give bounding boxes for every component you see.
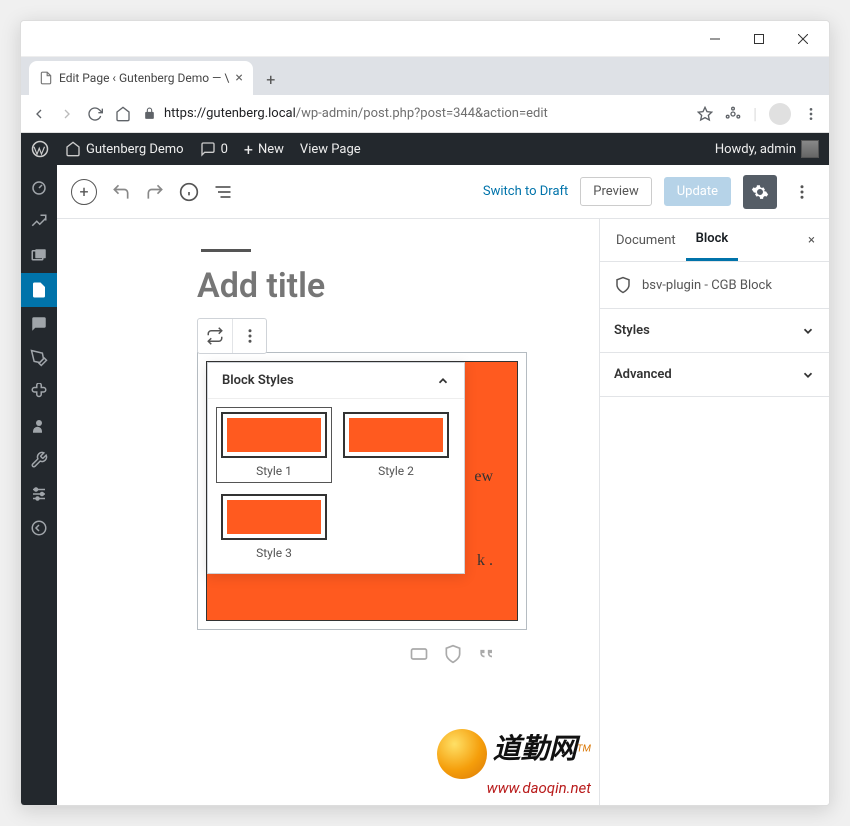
editor-canvas[interactable]: Add title ew k . Block Style — [57, 219, 599, 805]
info-button[interactable] — [179, 182, 199, 202]
style-option-1[interactable]: Style 1 — [216, 407, 332, 483]
more-options-button[interactable] — [789, 183, 815, 201]
wp-admin-menu — [21, 165, 57, 805]
menu-settings-icon[interactable] — [21, 477, 57, 511]
menu-pages-icon[interactable] — [21, 273, 57, 307]
block-switcher-button[interactable] — [198, 319, 232, 353]
nav-reload-button[interactable] — [87, 106, 103, 122]
style-option-label: Style 2 — [343, 464, 449, 478]
tab-close-button[interactable]: × — [235, 70, 242, 86]
url-host: https://gutenberg.local — [164, 106, 296, 121]
admin-view-page-link[interactable]: View Page — [300, 142, 361, 157]
menu-media-icon[interactable] — [21, 239, 57, 273]
chevron-down-icon — [801, 324, 815, 338]
block-preview-content: ew k . Block Styles Style 1 Style 2 Style … — [206, 361, 518, 621]
menu-tools-icon[interactable] — [21, 443, 57, 477]
new-tab-button[interactable]: + — [257, 65, 285, 93]
style-option-label: Style 1 — [221, 464, 327, 478]
style-option-3[interactable]: Style 3 — [216, 489, 332, 565]
menu-plugins-icon[interactable] — [21, 375, 57, 409]
window-minimize-button[interactable] — [693, 24, 737, 54]
profile-avatar[interactable] — [769, 103, 791, 125]
block-toolbar — [197, 318, 267, 354]
url-path: /wp-admin/post.php?post=344&action=edit — [296, 106, 548, 121]
tab-document[interactable]: Document — [606, 221, 686, 260]
block-text-2: k . — [477, 552, 493, 570]
undo-button[interactable] — [111, 182, 131, 202]
block-styles-popup: Block Styles Style 1 Style 2 Style 3 — [207, 362, 465, 574]
admin-howdy: Howdy, admin — [715, 142, 796, 157]
footer-device-icon[interactable] — [409, 644, 429, 664]
admin-site-link[interactable]: Gutenberg Demo — [65, 141, 184, 157]
menu-comments-icon[interactable] — [21, 307, 57, 341]
block-text-1: ew — [474, 468, 493, 486]
menu-posts-icon[interactable] — [21, 205, 57, 239]
admin-account-link[interactable]: Howdy, admin — [715, 140, 819, 158]
star-icon[interactable] — [697, 106, 713, 122]
admin-comments-link[interactable]: 0 — [200, 141, 228, 157]
menu-dashboard-icon[interactable] — [21, 171, 57, 205]
update-button[interactable]: Update — [664, 177, 731, 206]
title-divider — [201, 249, 251, 252]
browser-menu-button[interactable] — [803, 106, 819, 122]
window-titlebar — [21, 21, 829, 57]
block-selection[interactable]: ew k . Block Styles Style 1 Style 2 Style … — [197, 352, 527, 630]
menu-collapse-icon[interactable] — [21, 511, 57, 545]
chevron-down-icon — [801, 368, 815, 382]
tab-block[interactable]: Block — [686, 219, 739, 261]
browser-tab[interactable]: Edit Page ‹ Gutenberg Demo — \ × — [29, 61, 253, 95]
settings-toggle-button[interactable] — [743, 175, 777, 209]
window-close-button[interactable] — [781, 24, 825, 54]
preview-button[interactable]: Preview — [580, 177, 651, 206]
panel-styles-label: Styles — [614, 323, 650, 338]
wp-admin-bar: Gutenberg Demo 0 +New View Page Howdy, a… — [21, 133, 829, 165]
block-name-label: bsv-plugin - CGB Block — [642, 278, 772, 293]
url-field[interactable]: https://gutenberg.local/wp-admin/post.ph… — [143, 106, 685, 121]
panel-advanced-label: Advanced — [614, 367, 672, 382]
block-styles-header: Block Styles — [222, 373, 294, 388]
admin-site-name: Gutenberg Demo — [86, 142, 184, 157]
redo-button[interactable] — [145, 182, 165, 202]
style-option-2[interactable]: Style 2 — [338, 407, 454, 483]
extension-icon[interactable] — [725, 106, 741, 122]
wp-logo-icon[interactable] — [31, 140, 49, 158]
switch-draft-link[interactable]: Switch to Draft — [483, 184, 568, 199]
menu-users-icon[interactable] — [21, 409, 57, 443]
watermark: 道勤网TM www.daoqin.net — [437, 727, 591, 797]
nav-forward-button[interactable] — [59, 106, 75, 122]
sidebar-close-button[interactable]: × — [800, 233, 823, 248]
browser-address-bar: https://gutenberg.local/wp-admin/post.ph… — [21, 95, 829, 133]
outline-button[interactable] — [213, 182, 233, 202]
admin-avatar — [801, 140, 819, 158]
block-shield-icon — [614, 276, 632, 294]
admin-new-link[interactable]: +New — [244, 140, 284, 159]
admin-new-label: New — [258, 142, 284, 157]
panel-styles[interactable]: Styles — [600, 309, 829, 353]
lock-icon — [143, 107, 156, 120]
post-title-input[interactable]: Add title — [197, 266, 537, 306]
tab-title: Edit Page ‹ Gutenberg Demo — \ — [59, 71, 229, 85]
chevron-up-icon[interactable] — [436, 374, 450, 388]
editor-toolbar: + Switch to Draft Preview Update — [57, 165, 829, 219]
style-option-label: Style 3 — [221, 546, 327, 560]
comments-count: 0 — [221, 142, 228, 157]
window-maximize-button[interactable] — [737, 24, 781, 54]
add-block-button[interactable]: + — [71, 179, 97, 205]
panel-advanced[interactable]: Advanced — [600, 353, 829, 397]
page-icon — [39, 71, 53, 85]
menu-appearance-icon[interactable] — [21, 341, 57, 375]
settings-sidebar: Document Block × bsv-plugin - CGB Block … — [599, 219, 829, 805]
nav-home-button[interactable] — [115, 106, 131, 122]
block-more-button[interactable] — [232, 319, 266, 353]
footer-shield-icon[interactable] — [443, 644, 463, 664]
footer-quote-icon[interactable] — [477, 644, 497, 664]
nav-back-button[interactable] — [31, 106, 47, 122]
browser-tab-bar: Edit Page ‹ Gutenberg Demo — \ × + — [21, 57, 829, 95]
